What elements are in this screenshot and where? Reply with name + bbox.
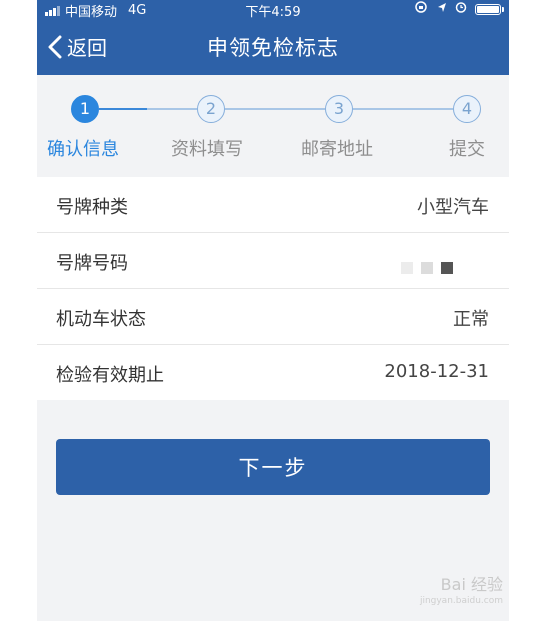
next-step-button[interactable]: 下一步 <box>56 439 490 495</box>
info-row-vehicle-status: 机动车状态 正常 <box>37 289 509 345</box>
battery-icon <box>475 3 504 15</box>
step-2-circle: 2 <box>197 95 225 123</box>
step-1-circle: 1 <box>71 95 99 123</box>
plate-number-mosaic <box>401 262 453 274</box>
info-value: 2018-12-31 <box>384 361 489 382</box>
info-label: 检验有效期止 <box>56 365 164 386</box>
step-connector-2 <box>225 108 325 110</box>
step-3-label: 邮寄地址 <box>301 139 373 160</box>
status-bar: 中国移动 4G 下午4:59 <box>37 0 509 20</box>
step-4-circle: 4 <box>453 95 481 123</box>
watermark-sub: jingyan.baidu.com <box>419 596 503 606</box>
step-1-label: 确认信息 <box>47 139 119 160</box>
status-right <box>415 1 504 17</box>
watermark: Bai 经验 jingyan.baidu.com <box>420 577 503 609</box>
step-3-circle: 3 <box>325 95 353 123</box>
info-label: 机动车状态 <box>56 309 146 330</box>
nav-bar: 返回 申领免检标志 <box>37 18 509 75</box>
vehicle-info-list: 号牌种类 小型汽车 号牌号码 机动车状态 正常 检验有效期止 2018-12-3… <box>37 177 509 400</box>
info-row-plate-number: 号牌号码 <box>37 233 509 289</box>
info-value: 小型汽车 <box>417 197 489 218</box>
info-label: 号牌种类 <box>56 197 128 218</box>
watermark-text: Bai 经验 <box>440 575 503 594</box>
step-4-label: 提交 <box>449 139 485 160</box>
lock-rotation-icon <box>415 1 429 17</box>
info-value: 正常 <box>453 309 489 330</box>
progress-stepper: 1 2 3 4 确认信息 资料填写 邮寄地址 提交 <box>37 75 509 177</box>
step-2-label: 资料填写 <box>171 139 243 160</box>
step-connector-3 <box>353 108 453 110</box>
step-connector-1 <box>99 108 147 110</box>
page-title: 申领免检标志 <box>207 36 339 60</box>
info-row-plate-type: 号牌种类 小型汽车 <box>37 177 509 233</box>
location-icon <box>437 2 447 17</box>
info-row-inspection-expiry: 检验有效期止 2018-12-31 <box>37 345 509 400</box>
phone-screen: 中国移动 4G 下午4:59 返回 申领免检标志 1 2 3 4 确认信息 资料… <box>37 0 509 621</box>
alarm-icon <box>455 1 467 17</box>
step-connector-1b <box>147 108 197 110</box>
info-label: 号牌号码 <box>56 253 128 274</box>
